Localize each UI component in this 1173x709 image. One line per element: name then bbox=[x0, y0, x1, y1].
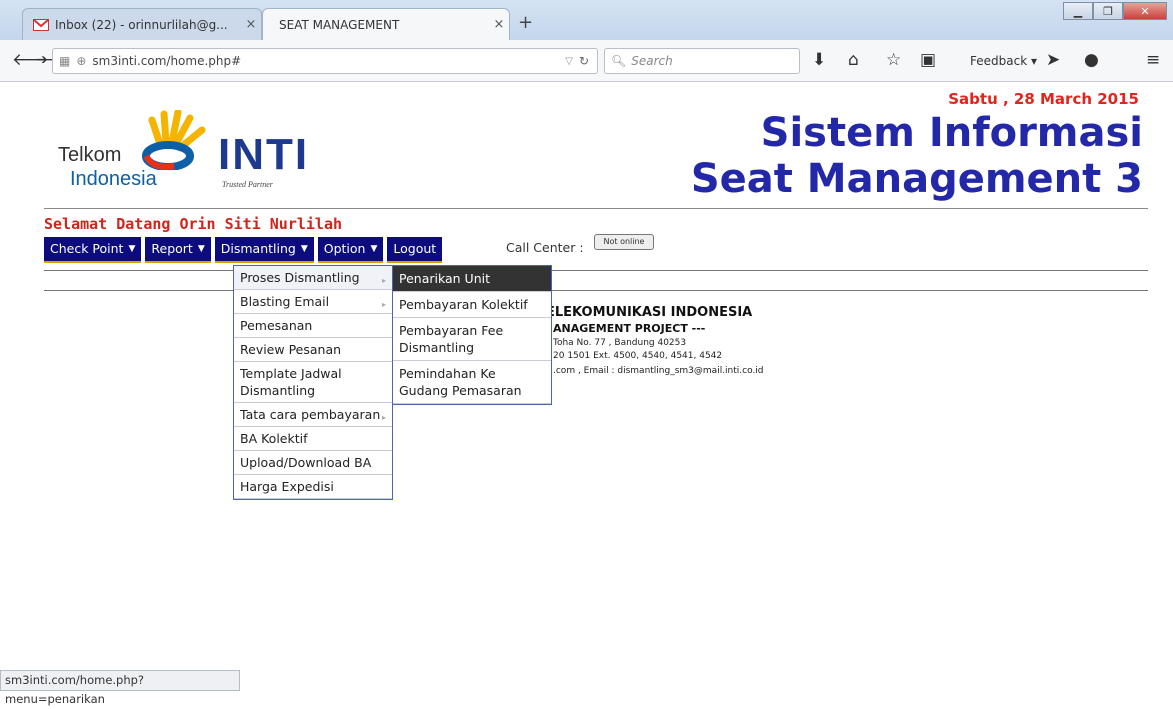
window-controls: ▁ ❐ ✕ bbox=[1063, 2, 1167, 20]
inti-logo: INTI Trusted Partner bbox=[218, 130, 328, 210]
send-icon[interactable]: ➤ bbox=[1046, 48, 1060, 72]
submenu-arrow-icon: ▸ bbox=[381, 276, 386, 285]
menu-item-tata-cara-pembayaran[interactable]: Tata cara pembayaran ▸ bbox=[234, 403, 392, 427]
menu-item-upload-download-ba[interactable]: Upload/Download BA bbox=[234, 451, 392, 475]
system-title: Sistem Informasi Seat Management 3 bbox=[691, 110, 1143, 202]
telkom-text: Telkom bbox=[58, 144, 122, 166]
minimize-icon[interactable]: ▁ bbox=[1063, 2, 1093, 20]
tab-title: SEAT MANAGEMENT bbox=[279, 17, 400, 32]
system-title-line1: Sistem Informasi bbox=[760, 110, 1143, 156]
call-center-status-button[interactable]: Not online bbox=[594, 234, 654, 250]
caret-down-icon: ▼ bbox=[197, 244, 205, 254]
inti-logo-text: INTI bbox=[218, 130, 310, 179]
back-icon[interactable]: 🡐 bbox=[12, 48, 58, 72]
chat-icon[interactable]: ● bbox=[1084, 48, 1099, 72]
menu-icon[interactable]: ≡ bbox=[1146, 48, 1160, 72]
dismantling-dropdown: Proses Dismantling ▸ Blasting Email ▸ Peme… bbox=[233, 265, 393, 500]
menu-item-pemindahan-gudang[interactable]: Pemindahan Ke Gudang Pemasaran bbox=[393, 361, 551, 404]
menu-item-label: Pemesanan bbox=[240, 318, 313, 333]
status-bar-url: sm3inti.com/home.php?menu=penarikan bbox=[0, 670, 240, 706]
submenu-arrow-icon: ▸ bbox=[381, 300, 386, 309]
menu-label: Option bbox=[323, 241, 366, 256]
proses-dismantling-submenu: Penarikan Unit Pembayaran Kolektif Pemba… bbox=[392, 265, 552, 405]
search-input[interactable]: 🔍︎ Search bbox=[604, 48, 800, 74]
menu-item-review-pesanan[interactable]: Review Pesanan bbox=[234, 338, 392, 362]
tab-seat-management[interactable]: SEAT MANAGEMENT × bbox=[262, 8, 510, 40]
menu-item-harga-expedisi[interactable]: Harga Expedisi bbox=[234, 475, 392, 499]
gmail-icon bbox=[33, 18, 49, 31]
feedback-button[interactable]: Feedback ▾ bbox=[970, 54, 1037, 68]
project-name: ANAGEMENT PROJECT --- bbox=[553, 322, 706, 335]
reader-icon[interactable]: ▣ bbox=[920, 48, 936, 72]
close-tab-icon[interactable]: × bbox=[241, 17, 261, 32]
new-tab-icon[interactable]: + bbox=[518, 12, 533, 33]
url-bar[interactable]: ▦ ⊕ sm3inti.com/home.php# ▽ ↻ bbox=[52, 48, 598, 74]
call-center-label: Call Center : bbox=[506, 240, 584, 255]
inti-tagline: Trusted Partner bbox=[222, 180, 273, 189]
company-address: Toha No. 77 , Bandung 40253 bbox=[553, 338, 687, 348]
divider bbox=[44, 208, 1148, 209]
identity-icon: ▦ bbox=[59, 54, 71, 68]
home-icon[interactable]: ⌂ bbox=[848, 48, 859, 72]
system-title-line2: Seat Management 3 bbox=[690, 156, 1143, 202]
close-window-icon[interactable]: ✕ bbox=[1123, 2, 1167, 20]
indonesia-text: Indonesia bbox=[70, 168, 157, 190]
menu-item-label: Proses Dismantling bbox=[240, 270, 360, 285]
menu-item-label: Template Jadwal Dismantling bbox=[240, 366, 342, 398]
menu-item-label: BA Kolektif bbox=[240, 431, 308, 446]
menu-label: Dismantling bbox=[220, 241, 296, 256]
menu-label: Logout bbox=[393, 241, 437, 256]
menu-item-pemesanan[interactable]: Pemesanan bbox=[234, 314, 392, 338]
tab-title: Inbox (22) - orinnurlilah@g... bbox=[55, 17, 228, 32]
menu-dismantling[interactable]: Dismantling ▼ bbox=[214, 237, 314, 263]
menu-check-point[interactable]: Check Point ▼ bbox=[44, 237, 142, 263]
tab-inbox[interactable]: Inbox (22) - orinnurlilah@g... × bbox=[22, 8, 262, 40]
globe-icon: ⊕ bbox=[76, 54, 87, 68]
menu-option[interactable]: Option ▼ bbox=[317, 237, 384, 263]
search-icon: 🔍︎ bbox=[611, 54, 627, 68]
menu-item-label: Blasting Email bbox=[240, 294, 330, 309]
forward-icon[interactable]: ➔ bbox=[36, 48, 48, 72]
divider bbox=[44, 270, 1148, 271]
menu-item-template-jadwal[interactable]: Template Jadwal Dismantling bbox=[234, 362, 392, 403]
current-date: Sabtu , 28 March 2015 bbox=[948, 90, 1139, 108]
menu-item-pembayaran-fee[interactable]: Pembayaran Fee Dismantling bbox=[393, 318, 551, 361]
search-placeholder: Search bbox=[631, 54, 673, 68]
menu-item-label: Upload/Download BA bbox=[240, 455, 372, 470]
main-menu: Check Point ▼ Report ▼ Dismantling ▼ Option… bbox=[44, 237, 446, 263]
submenu-arrow-icon: ▸ bbox=[381, 413, 386, 422]
company-email: .com , Email : dismantling_sm3@mail.inti… bbox=[553, 366, 764, 376]
telkom-logo: Telkom Indonesia bbox=[58, 110, 218, 194]
menu-item-ba-kolektif[interactable]: BA Kolektif bbox=[234, 427, 392, 451]
menu-label: Report bbox=[151, 241, 193, 256]
maximize-icon[interactable]: ❐ bbox=[1093, 2, 1123, 20]
welcome-message: Selamat Datang Orin Siti Nurlilah bbox=[44, 215, 343, 233]
menu-item-label: Harga Expedisi bbox=[240, 479, 334, 494]
menu-item-proses-dismantling[interactable]: Proses Dismantling ▸ bbox=[234, 266, 392, 290]
reload-icon[interactable]: ↻ bbox=[579, 54, 589, 68]
divider bbox=[44, 290, 1148, 291]
telkom-sun-icon bbox=[142, 110, 206, 170]
browser-titlebar: Inbox (22) - orinnurlilah@g... × SEAT MA… bbox=[0, 0, 1173, 40]
menu-item-blasting-email[interactable]: Blasting Email ▸ bbox=[234, 290, 392, 314]
download-icon[interactable]: ⬇ bbox=[812, 48, 826, 72]
company-name: ELEKOMUNIKASI INDONESIA bbox=[546, 305, 753, 320]
feedback-label: Feedback bbox=[970, 54, 1028, 68]
navigation-toolbar: 🡐 ➔ ▦ ⊕ sm3inti.com/home.php# ▽ ↻ 🔍︎ Sea… bbox=[0, 40, 1173, 82]
company-phone: 20 1501 Ext. 4500, 4540, 4541, 4542 bbox=[553, 351, 723, 361]
menu-report[interactable]: Report ▼ bbox=[145, 237, 211, 263]
dropdown-icon[interactable]: ▽ bbox=[565, 56, 573, 67]
menu-label: Check Point bbox=[50, 241, 124, 256]
menu-item-label: Tata cara pembayaran bbox=[240, 407, 381, 422]
url-text: sm3inti.com/home.php# bbox=[92, 54, 242, 68]
caret-down-icon: ▼ bbox=[128, 244, 136, 254]
menu-logout[interactable]: Logout bbox=[387, 237, 443, 263]
menu-item-label: Review Pesanan bbox=[240, 342, 342, 357]
caret-down-icon: ▼ bbox=[300, 244, 308, 254]
close-tab-icon[interactable]: × bbox=[489, 17, 509, 32]
menu-item-pembayaran-kolektif[interactable]: Pembayaran Kolektif bbox=[393, 292, 551, 318]
bookmark-star-icon[interactable]: ☆ bbox=[886, 48, 901, 72]
caret-down-icon: ▼ bbox=[370, 244, 378, 254]
menu-item-penarikan-unit[interactable]: Penarikan Unit bbox=[393, 266, 551, 292]
